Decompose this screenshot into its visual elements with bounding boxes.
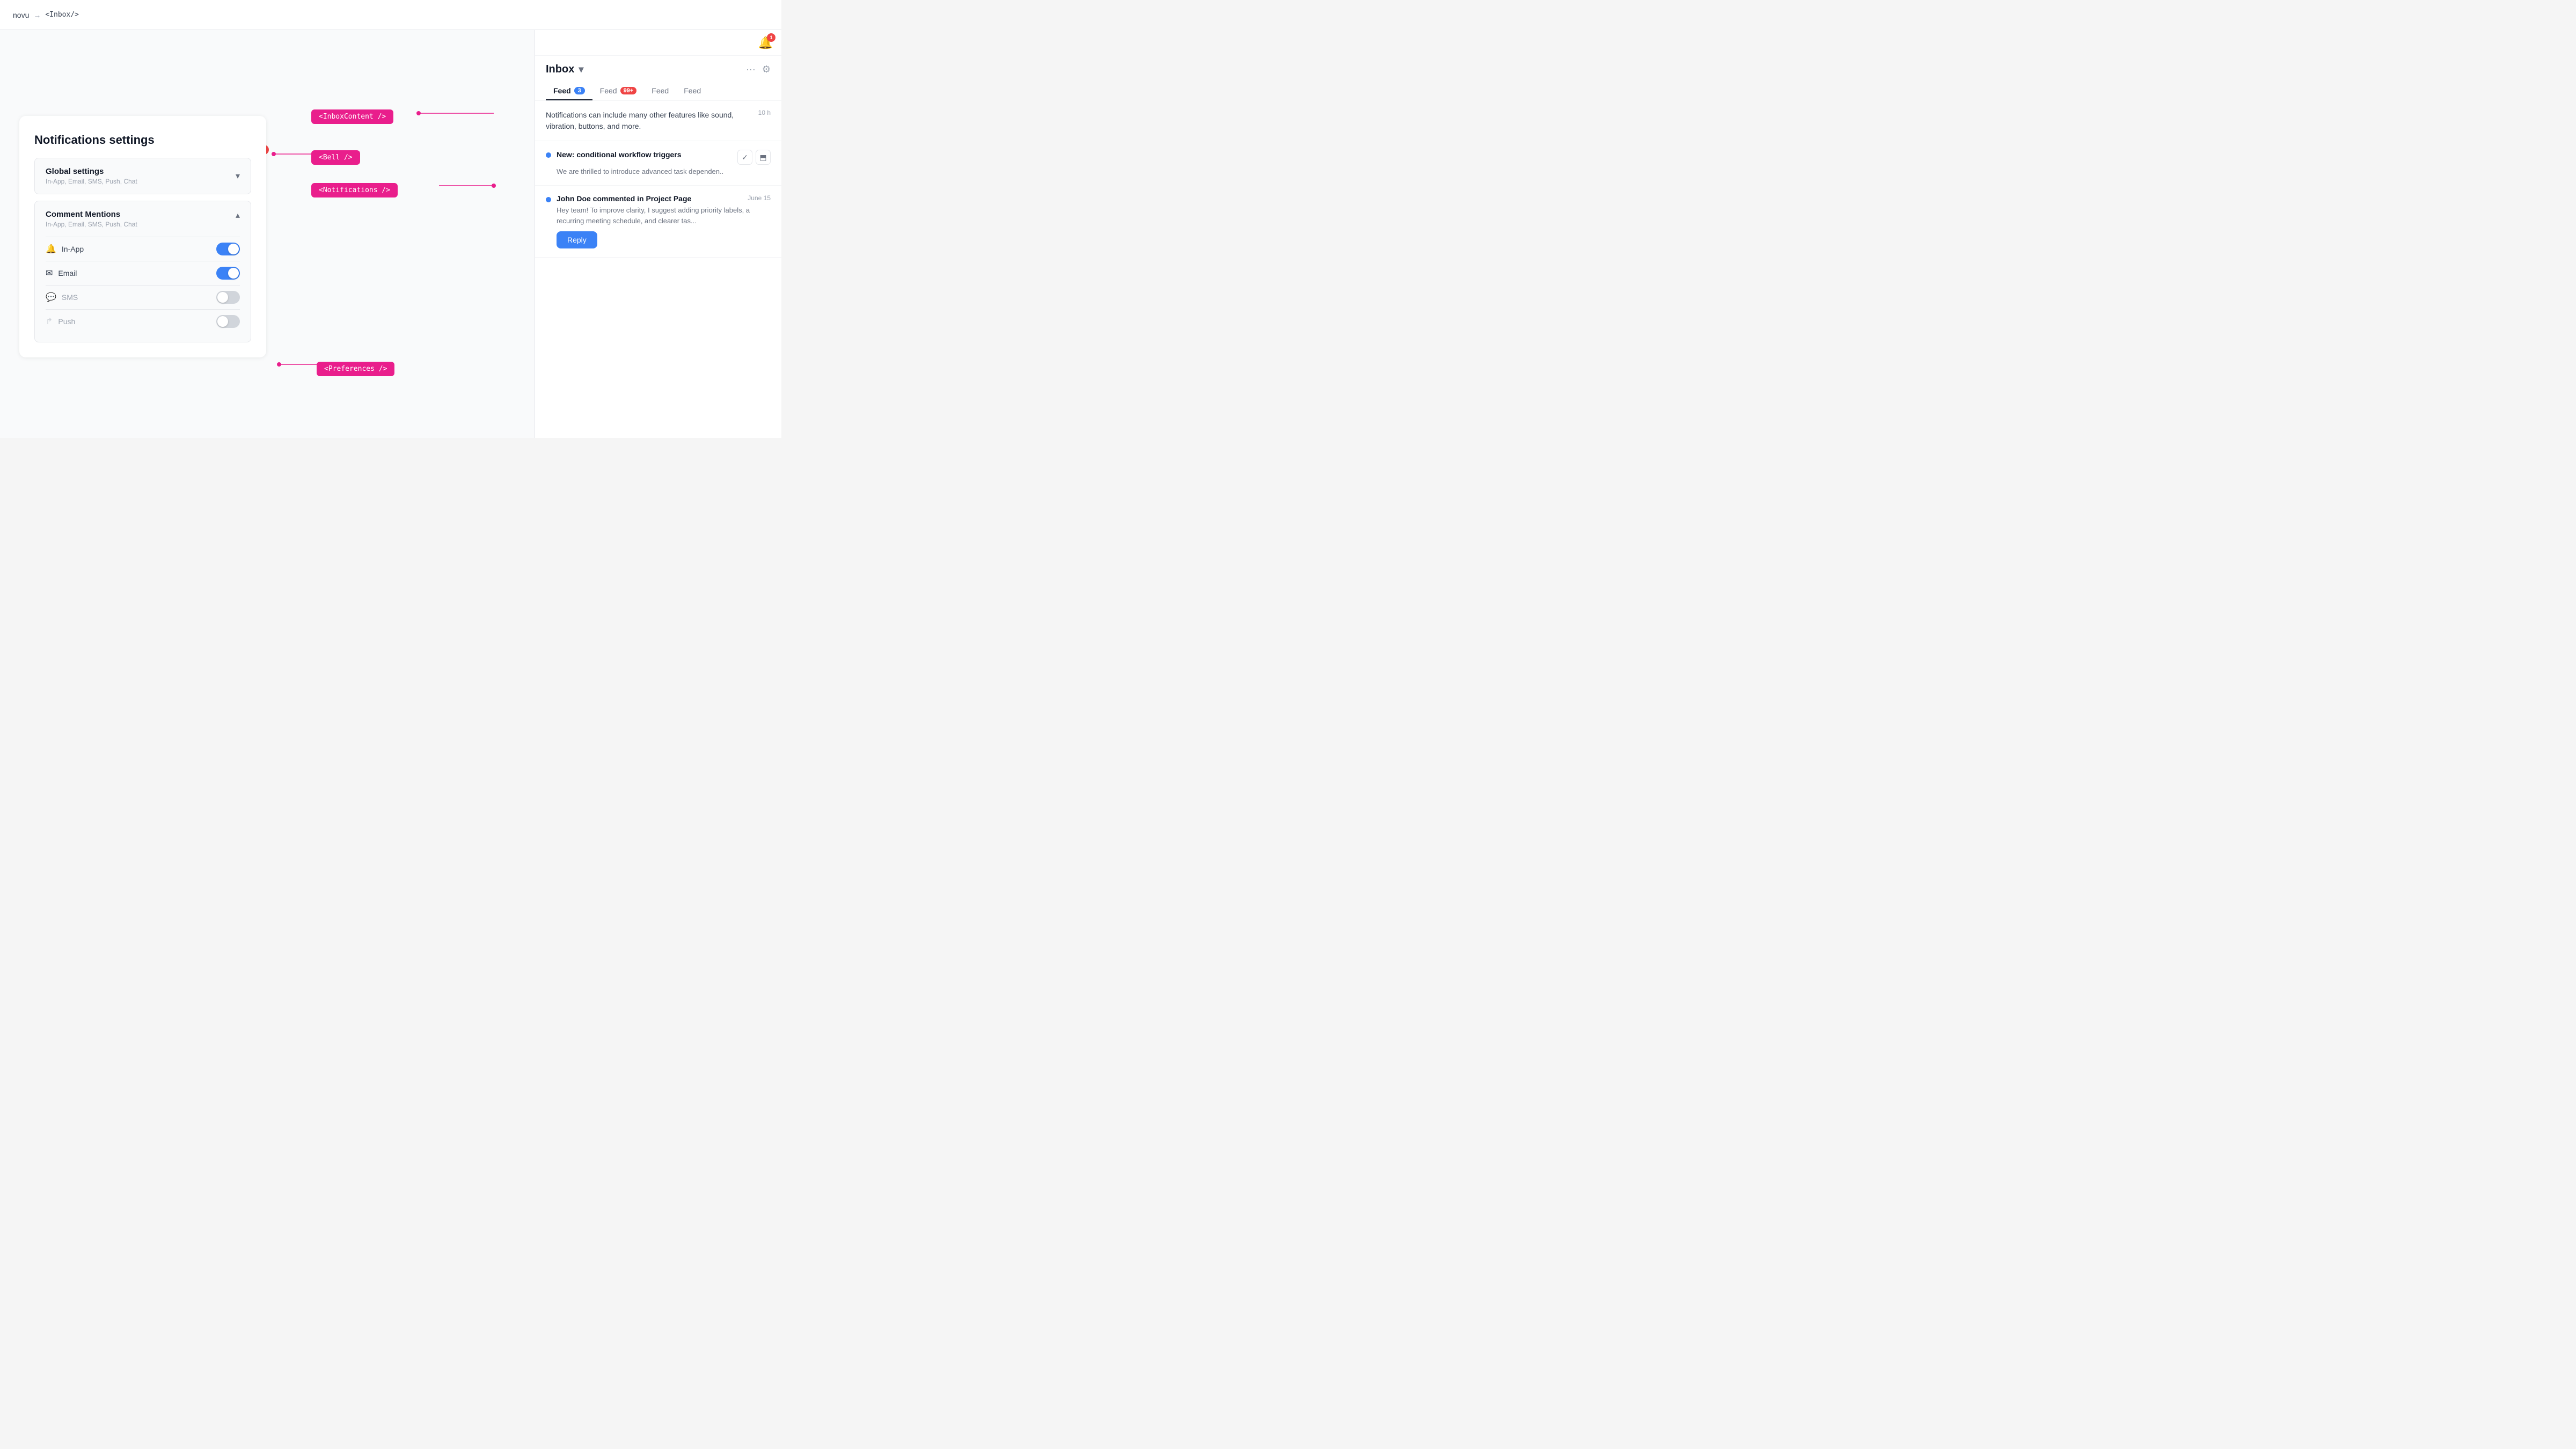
- feed-tab-1-badge: 3: [574, 87, 585, 94]
- global-settings-title: Global settings: [46, 167, 137, 176]
- comment-mentions-title: Comment Mentions: [46, 210, 137, 219]
- notification-2-date: June 15: [748, 194, 771, 202]
- notification-2-text: Hey team! To improve clarity, I suggest …: [557, 205, 771, 226]
- notification-2: John Doe commented in Project Page June …: [535, 186, 781, 258]
- inbox-content-label: <InboxContent />: [311, 109, 393, 124]
- tag-notifications: <Notifications />: [311, 183, 398, 197]
- main-container: <InboxContent /> <Bell /> <Notifications…: [0, 30, 781, 438]
- feed-tab-1[interactable]: Feed 3: [546, 82, 592, 100]
- feed-tab-2-label: Feed: [600, 86, 617, 95]
- feed-tab-2[interactable]: Feed 99+: [592, 82, 645, 100]
- notification-1-title: New: conditional workflow triggers: [557, 150, 682, 160]
- global-settings-row[interactable]: Global settings In-App, Email, SMS, Push…: [34, 158, 251, 194]
- tag-bell: <Bell />: [311, 150, 360, 165]
- inbox-content: 10 h Notifications can include many othe…: [535, 101, 781, 438]
- email-icon: ✉: [46, 268, 53, 279]
- sms-icon: 💬: [46, 292, 56, 303]
- feed-tab-4-label: Feed: [684, 86, 701, 95]
- push-label: Push: [58, 317, 75, 326]
- tag-preferences: <Preferences />: [317, 362, 394, 376]
- inbox-top-bar: 🔔 1: [535, 30, 781, 56]
- plain-notification-time: 10 h: [758, 109, 771, 116]
- breadcrumb-arrow: →: [33, 11, 41, 19]
- notification-1-archive-button[interactable]: ⬒: [756, 150, 771, 165]
- push-toggle-row: ↱ Push: [46, 309, 240, 333]
- email-toggle-row: ✉ Email: [46, 261, 240, 285]
- global-settings-chevron: ▾: [236, 171, 240, 181]
- plain-notification: 10 h Notifications can include many othe…: [535, 101, 781, 141]
- top-nav: novu → <Inbox/>: [0, 0, 781, 30]
- feed-tab-3[interactable]: Feed: [644, 82, 676, 100]
- email-label: Email: [58, 269, 77, 277]
- feed-tab-2-badge: 99+: [620, 87, 637, 94]
- inbox-dropdown-arrow[interactable]: ▾: [579, 64, 583, 75]
- sms-toggle-row: 💬 SMS: [46, 285, 240, 309]
- in-app-toggle-row: 🔔 In-App: [46, 237, 240, 261]
- push-icon: ↱: [46, 316, 53, 327]
- inbox-bell-wrapper: 🔔 1: [758, 36, 773, 50]
- feed-tab-1-label: Feed: [553, 86, 571, 95]
- notification-2-title: John Doe commented in Project Page: [557, 194, 691, 203]
- email-toggle[interactable]: [216, 267, 240, 280]
- notifications-label: <Notifications />: [311, 183, 398, 197]
- tag-inbox-content: <InboxContent />: [311, 109, 393, 124]
- push-toggle[interactable]: [216, 315, 240, 328]
- feed-tabs: Feed 3 Feed 99+ Feed Feed: [546, 82, 771, 100]
- left-area: <InboxContent /> <Bell /> <Notifications…: [0, 30, 535, 438]
- in-app-label: In-App: [62, 245, 84, 253]
- in-app-toggle[interactable]: [216, 243, 240, 255]
- notification-1: New: conditional workflow triggers ✓ ⬒ W…: [535, 141, 781, 186]
- bell-label: <Bell />: [311, 150, 360, 165]
- sms-label: SMS: [62, 293, 78, 302]
- feed-tab-4[interactable]: Feed: [676, 82, 708, 100]
- comment-mentions-subtitle: In-App, Email, SMS, Push, Chat: [46, 221, 137, 228]
- notifications-settings-panel: Notifications settings Global settings I…: [19, 116, 266, 357]
- breadcrumb: novu → <Inbox/>: [13, 11, 79, 19]
- notifications-settings-title: Notifications settings: [34, 133, 251, 147]
- inbox-bell-count: 1: [767, 33, 775, 42]
- notification-1-dot: [546, 152, 551, 158]
- notification-1-desc: We are thrilled to introduce advanced ta…: [557, 167, 771, 177]
- comment-mentions-chevron: ▴: [236, 210, 240, 221]
- in-app-icon: 🔔: [46, 244, 56, 254]
- comment-mentions-section: Comment Mentions In-App, Email, SMS, Pus…: [34, 201, 251, 342]
- inbox-panel: 🔔 1 Inbox ▾ ··· ⚙ Feed 3: [535, 30, 781, 438]
- plain-notification-text: Notifications can include many other fea…: [546, 109, 771, 132]
- global-settings-subtitle: In-App, Email, SMS, Push, Chat: [46, 178, 137, 185]
- inbox-settings-button[interactable]: ⚙: [762, 64, 771, 75]
- notification-2-dot: [546, 197, 551, 202]
- inbox-title-text: Inbox: [546, 63, 574, 76]
- reply-button[interactable]: Reply: [557, 231, 597, 248]
- notification-1-check-button[interactable]: ✓: [737, 150, 752, 165]
- inbox-more-options-button[interactable]: ···: [746, 64, 756, 75]
- inbox-title-bar: Inbox ▾ ··· ⚙ Feed 3 Feed 99+: [535, 56, 781, 101]
- sms-toggle[interactable]: [216, 291, 240, 304]
- brand-logo: novu: [13, 11, 29, 19]
- breadcrumb-page: <Inbox/>: [45, 11, 79, 19]
- preferences-label: <Preferences />: [317, 362, 394, 376]
- feed-tab-3-label: Feed: [652, 86, 669, 95]
